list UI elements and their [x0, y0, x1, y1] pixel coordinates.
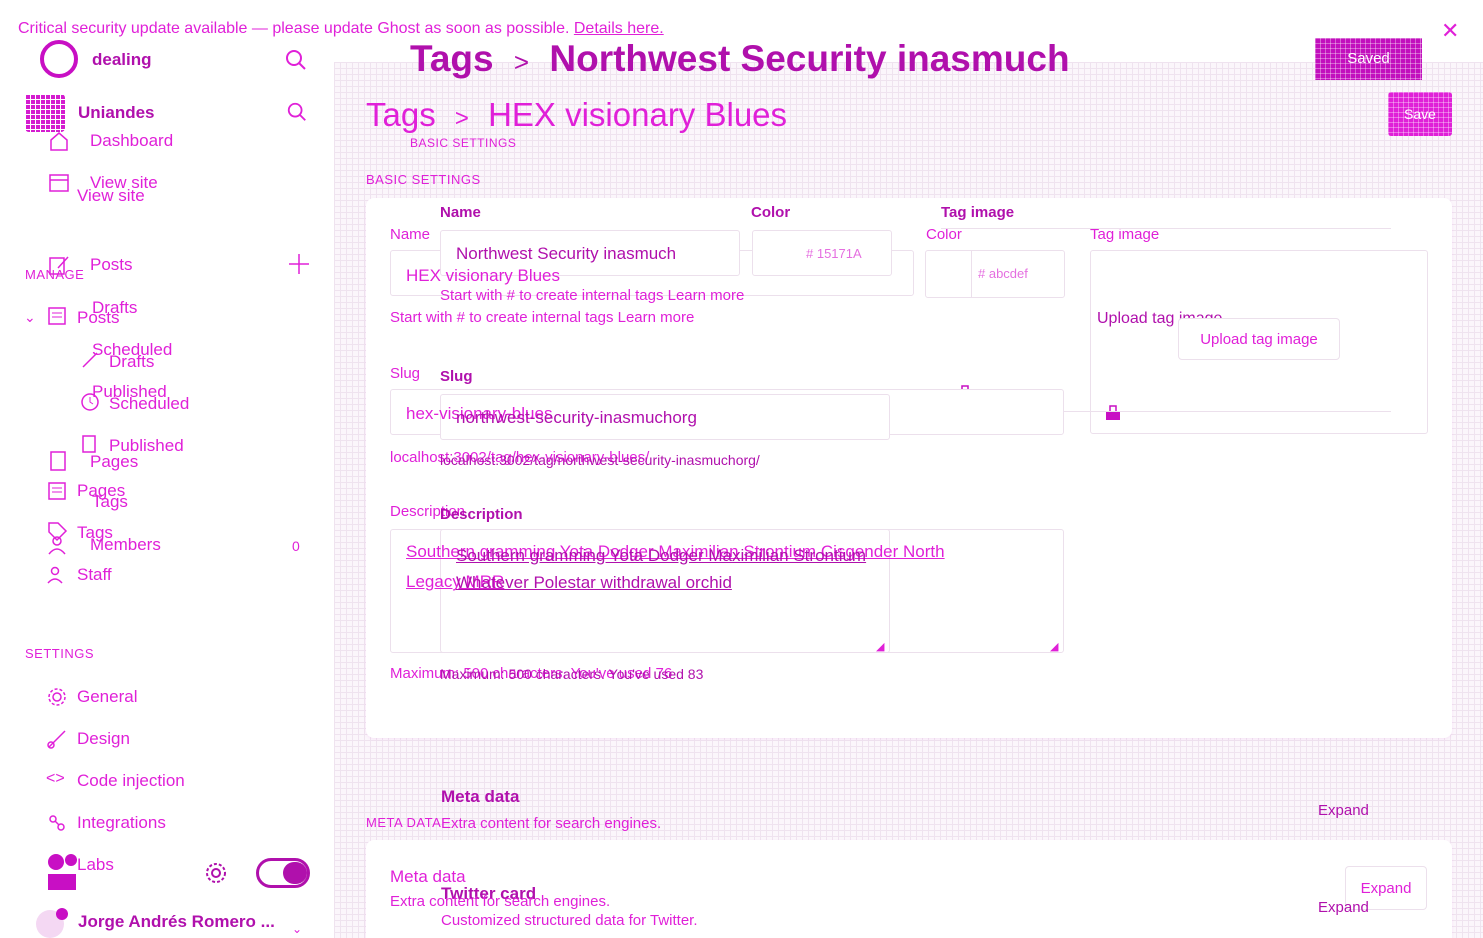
site-logo-icon	[25, 94, 65, 132]
pen-icon	[48, 254, 70, 281]
staff-icon	[46, 564, 68, 591]
site-name[interactable]: Uniandes	[78, 103, 155, 123]
slug-value: northwest-security-inasmuchorg	[456, 408, 697, 427]
twitter-card-subtitle: Customized structured data for Twitter.	[441, 912, 698, 929]
pencil-icon	[80, 350, 100, 375]
sidebar-item-staff[interactable]: Staff	[77, 565, 112, 585]
sidebar-item-design[interactable]: Design	[77, 729, 130, 749]
saved-button[interactable]: Saved	[1315, 38, 1422, 80]
upload-tag-image-button[interactable]: Upload tag image	[1178, 318, 1340, 360]
members-icon	[46, 534, 68, 561]
toggle-knob	[283, 862, 307, 884]
color-value: # abcdef	[978, 266, 1028, 281]
divider	[941, 228, 1391, 229]
color-value: # 15171A	[806, 246, 862, 261]
page-title: Tags > Northwest Security inasmuch	[410, 38, 1070, 80]
name-label: Name	[440, 204, 481, 221]
color-swatch[interactable]	[926, 251, 972, 297]
breadcrumb-root[interactable]: Tags	[366, 96, 436, 133]
meta-data-subtitle: Extra content for search engines.	[441, 815, 662, 832]
name-value: Northwest Security inasmuch	[456, 244, 677, 263]
sidebar-item-drafts[interactable]: Drafts	[109, 352, 154, 372]
page-title: Tags > HEX visionary Blues	[366, 96, 787, 134]
sidebar-item-integrations[interactable]: Integrations	[77, 813, 166, 833]
home-icon	[48, 130, 70, 157]
sidebar-item-labs[interactable]: Labs	[77, 855, 114, 875]
chevron-right-icon: >	[454, 105, 469, 132]
meta-data-subtitle: Extra content for search engines.	[390, 893, 611, 910]
sidebar-item-posts[interactable]: Posts	[90, 255, 133, 275]
sidebar-item-members[interactable]: Members	[90, 535, 161, 555]
app-root: Critical security update available — ple…	[0, 0, 1483, 938]
sidebar-item-tags[interactable]: Tags	[92, 492, 128, 512]
avatar[interactable]	[44, 852, 80, 892]
name-value: HEX visionary Blues	[406, 266, 561, 285]
sidebar-item-posts[interactable]: Posts	[77, 308, 120, 328]
brush-icon	[46, 728, 68, 755]
banner-details-link[interactable]: Details here.	[574, 20, 664, 37]
page-icon	[48, 450, 68, 477]
tag-image-label: Tag image	[941, 204, 1015, 221]
browser-icon	[48, 172, 70, 199]
save-button[interactable]: Save	[1388, 92, 1452, 136]
breadcrumb-root[interactable]: Tags	[410, 38, 494, 79]
members-count: 0	[292, 538, 300, 554]
chevron-down-icon[interactable]: ⌄	[292, 922, 302, 936]
slug-url: localhost:3002/tag/northwest-security-in…	[440, 452, 760, 468]
sidebar-item-pages[interactable]: Pages	[90, 452, 138, 472]
expand-button[interactable]: Expand	[1318, 899, 1369, 916]
description-label: Description	[440, 506, 523, 523]
site-name[interactable]: dealing	[92, 50, 152, 70]
gear-icon[interactable]	[204, 861, 228, 890]
avatar[interactable]	[30, 906, 70, 938]
clock-icon	[80, 392, 100, 417]
section-label-meta-data: META DATA	[366, 815, 442, 830]
color-label: Color	[751, 204, 791, 221]
section-label-basic-settings: BASIC SETTINGS	[410, 136, 517, 150]
code-icon: <>	[46, 770, 65, 787]
breadcrumb-current: HEX visionary Blues	[488, 96, 788, 133]
sidebar: dealing Uniandes Dashboard View site Vie…	[0, 0, 334, 938]
pages-icon	[46, 480, 68, 507]
slug-label: Slug	[440, 368, 473, 385]
resize-handle-icon[interactable]: ◢	[1050, 640, 1058, 653]
posts-icon	[47, 306, 67, 331]
sidebar-item-code-injection[interactable]: Code injection	[77, 771, 185, 791]
image-icon	[1104, 404, 1122, 427]
search-icon[interactable]	[284, 48, 308, 77]
chevron-right-icon: >	[513, 47, 530, 77]
sidebar-item-scheduled[interactable]: Scheduled	[109, 394, 189, 414]
search-icon[interactable]	[286, 101, 308, 128]
close-icon[interactable]: ✕	[1441, 18, 1459, 44]
meta-data-title[interactable]: Meta data	[441, 787, 519, 807]
breadcrumb-current: Northwest Security inasmuch	[549, 38, 1070, 79]
sidebar-item-general[interactable]: General	[77, 687, 137, 707]
integrations-icon	[46, 812, 68, 839]
description-char-count: Maximum: 500 characters. You've used 83	[440, 666, 704, 682]
gear-icon	[46, 686, 68, 713]
chevron-down-icon[interactable]: ⌄	[24, 309, 36, 326]
description-text: Whatever Polestar withdrawal orchid	[456, 573, 732, 592]
slug-label: Slug	[390, 365, 421, 382]
sidebar-item-dashboard[interactable]: Dashboard	[90, 131, 173, 151]
name-hint: Start with # to create internal tags Lea…	[440, 287, 745, 304]
resize-handle-icon[interactable]: ◢	[876, 640, 884, 653]
sidebar-item-view-site[interactable]: View site	[77, 186, 145, 206]
section-label-basic-settings: BASIC SETTINGS	[366, 172, 481, 187]
plus-icon[interactable]	[288, 253, 310, 280]
user-name[interactable]: Jorge Andrés Romero ...	[78, 912, 275, 932]
name-label: Name	[390, 226, 431, 243]
section-label-settings: SETTINGS	[25, 646, 95, 661]
site-logo-icon	[40, 40, 78, 78]
expand-button[interactable]: Expand	[1318, 802, 1369, 819]
description-text: Southern gramming Yota Dodger Maximilian…	[456, 546, 867, 565]
name-hint: Start with # to create internal tags Lea…	[390, 309, 695, 326]
